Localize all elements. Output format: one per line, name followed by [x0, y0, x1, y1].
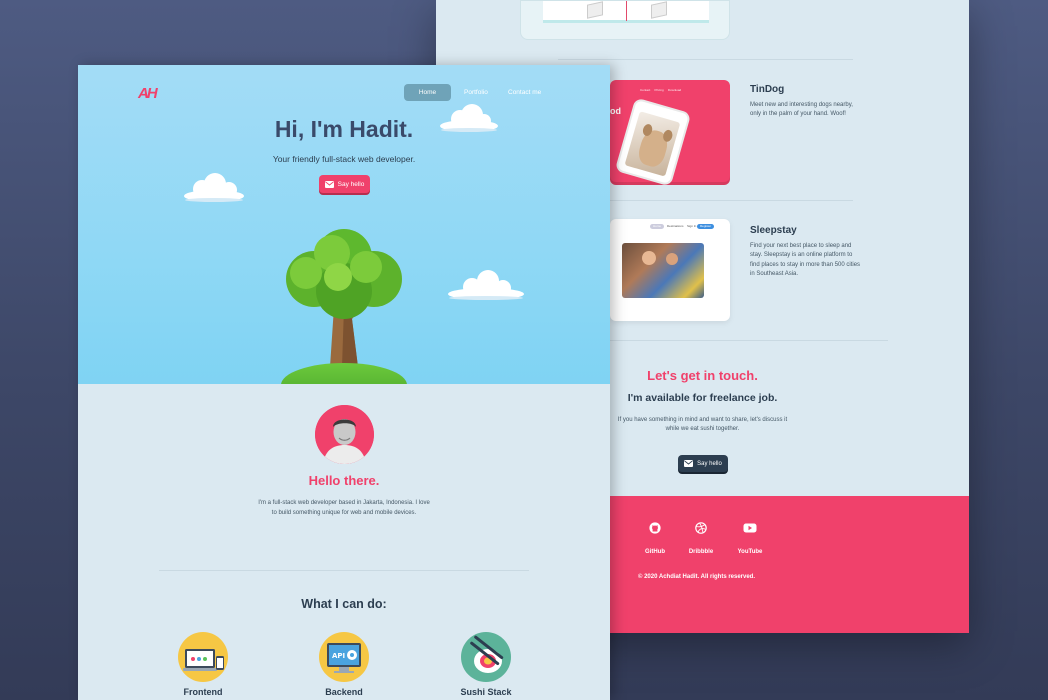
hero-subtitle: Your friendly full-stack web developer.	[272, 154, 416, 164]
dog-image	[635, 127, 671, 170]
avatar-photo	[315, 405, 374, 464]
about-heading: Hello there.	[308, 473, 380, 488]
github-icon	[649, 522, 661, 534]
nav-contact-link[interactable]: Contact me	[508, 84, 541, 101]
skill-label: Backend	[325, 687, 363, 697]
section-divider	[610, 340, 888, 341]
tree-illustration	[286, 229, 402, 367]
backend-api-graphic: API	[327, 643, 361, 673]
project-title: TinDog	[750, 84, 785, 95]
say-hello-button[interactable]: Say hello	[678, 455, 728, 472]
hero-section: AH Home Portfolio Contact me Hi, I'm Had…	[78, 65, 610, 407]
envelope-icon	[324, 180, 334, 188]
copyright-text: © 2020 Achdiat Hadit. All rights reserve…	[638, 574, 756, 580]
frontend-devices-graphic	[183, 649, 224, 671]
cloud-image	[184, 173, 244, 202]
dribbble-icon	[695, 522, 707, 534]
dice-icon	[587, 1, 603, 19]
project-title: Sleepstay	[750, 225, 797, 236]
divider-line	[626, 1, 627, 21]
portfolio-page-front: AH Home Portfolio Contact me Hi, I'm Had…	[78, 65, 610, 700]
envelope-icon	[684, 460, 694, 467]
youtube-icon	[743, 523, 757, 533]
sushi-graphic	[470, 635, 504, 673]
github-link[interactable]: GitHub	[635, 522, 675, 558]
about-section: Hello there. I'm a full-stack web develo…	[78, 384, 610, 700]
avatar	[315, 405, 374, 464]
say-hello-button[interactable]: Say hello	[319, 175, 370, 193]
say-hello-label: Say hello	[337, 180, 365, 188]
sleepstay-nav-register: Register	[697, 224, 715, 229]
youtube-link[interactable]: YouTube	[730, 522, 770, 558]
site-logo[interactable]: AH	[138, 85, 158, 102]
nav-portfolio-link[interactable]: Portfolio	[464, 84, 488, 101]
skill-sushi-stack: Sushi Stack	[451, 632, 521, 697]
sleepstay-nav-home: Home	[650, 224, 665, 229]
dribbble-link[interactable]: Dribbble	[681, 522, 721, 558]
cloud-image	[448, 270, 524, 300]
dice-icon	[651, 1, 667, 19]
dicee-project-card[interactable]	[520, 0, 730, 40]
skill-backend: API Backend	[309, 632, 379, 697]
skill-label: Frontend	[183, 687, 223, 697]
section-divider	[159, 570, 529, 571]
svg-text:API: API	[332, 652, 345, 660]
sleepstay-photo	[622, 243, 704, 298]
skill-label: Sushi Stack	[460, 687, 512, 697]
tindog-card-nav: Contact Pricing Download	[640, 88, 682, 92]
nav-home-link[interactable]: Home	[404, 84, 451, 101]
dribbble-label: Dribbble	[688, 549, 714, 555]
skills-heading: What I can do:	[301, 597, 387, 611]
phone-screen	[624, 111, 681, 177]
dice-preview	[543, 1, 709, 23]
section-divider	[558, 59, 853, 60]
project-description: Meet new and interesting dogs nearby, on…	[750, 102, 853, 118]
project-description: Find your next best place to sleep and s…	[750, 243, 861, 278]
skill-frontend: Frontend	[168, 632, 238, 697]
say-hello-label: Say hello	[697, 460, 722, 467]
contact-heading: Let's get in touch.	[647, 368, 758, 383]
tindog-card-text: od	[610, 106, 621, 116]
contact-description: If you have something in mind and want t…	[617, 417, 788, 432]
sushi-icon	[461, 632, 511, 682]
about-description: I'm a full-stack web developer based in …	[258, 500, 430, 516]
hero-title: Hi, I'm Hadit.	[274, 116, 414, 142]
api-gear-icon: API	[319, 632, 369, 682]
frontend-devices-icon	[178, 632, 228, 682]
github-label: GitHub	[645, 549, 665, 555]
youtube-label: YouTube	[737, 549, 763, 555]
